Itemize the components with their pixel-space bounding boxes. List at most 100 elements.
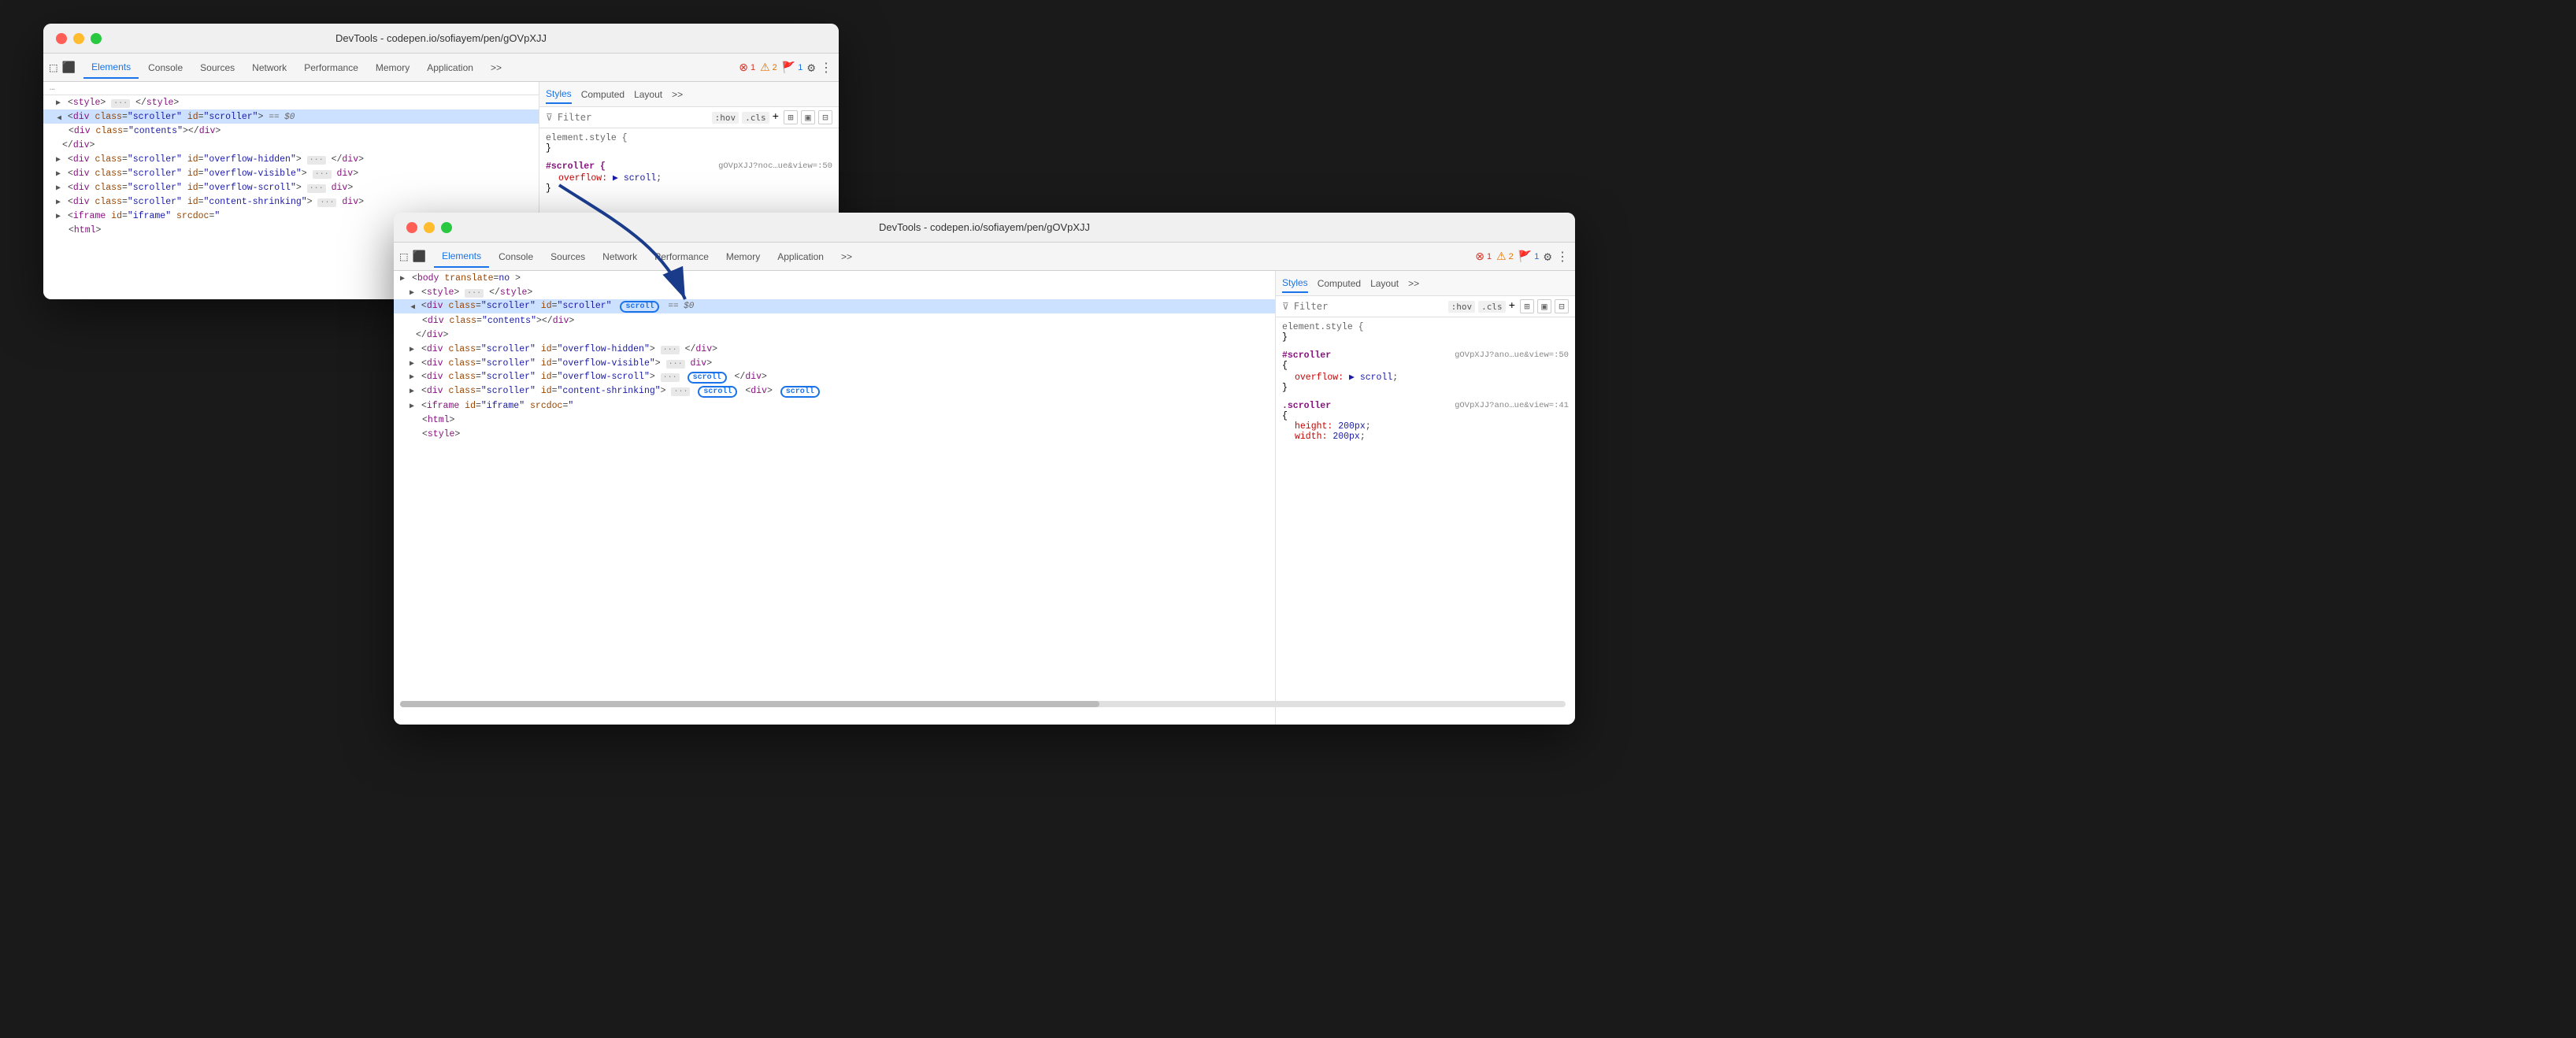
top-rule1-value: ▶ scroll <box>613 173 656 184</box>
tab-performance-top[interactable]: Performance <box>296 57 366 78</box>
bottom-close-button[interactable] <box>406 222 417 233</box>
top-layout-icon[interactable]: ⊟ <box>818 110 832 124</box>
bottom-elements-line-10[interactable]: <html> <box>394 413 1275 427</box>
top-elements-line-5[interactable]: ▶ <div class="scroller" id="overflow-vis… <box>43 166 539 180</box>
bottom-rule2-body: height: 200px; width: 200px; <box>1282 421 1569 442</box>
bottom-cursor-icon[interactable]: ⬚ <box>400 249 408 264</box>
bottom-rule2-prop2: width: <box>1295 432 1327 442</box>
bottom-rule2-header: .scroller gOVpXJJ?ano…ue&view=:41 <box>1282 401 1569 411</box>
top-tab-styles[interactable]: Styles <box>546 85 572 104</box>
bottom-inspect-icon[interactable]: ⬛ <box>413 250 426 263</box>
bottom-minimize-button[interactable] <box>424 222 435 233</box>
top-element-style-close: } <box>546 143 832 154</box>
bottom-elements-line-3[interactable]: <div class="contents"></div> <box>394 313 1275 328</box>
top-hov-badge[interactable]: :hov <box>712 112 739 124</box>
bottom-elements-line-9[interactable]: ▶ <iframe id="iframe" srcdoc=" <box>394 399 1275 413</box>
bottom-elements-line-11[interactable]: <style> <box>394 427 1275 441</box>
top-close-button[interactable] <box>56 33 67 44</box>
top-elements-line-3[interactable]: </div> <box>43 138 539 152</box>
tab-application-top[interactable]: Application <box>419 57 481 78</box>
bottom-elements-line-1[interactable]: ▶ <style> ··· </style> <box>394 285 1275 299</box>
bottom-tab-computed[interactable]: Computed <box>1318 275 1361 292</box>
bottom-tab-layout[interactable]: Layout <box>1370 275 1399 292</box>
tab-elements-bottom[interactable]: Elements <box>434 246 489 268</box>
top-error-badge: ⊗ 1 <box>739 61 755 74</box>
bottom-settings-icon[interactable]: ⚙ <box>1544 249 1551 264</box>
bottom-elements-line-8[interactable]: ▶ <div class="scroller" id="content-shri… <box>394 384 1275 399</box>
top-tab-icons: ⊗ 1 ⚠ 2 🚩 1 ⚙ ⋮ <box>739 60 832 75</box>
bottom-rule2-val2: 200px <box>1332 432 1360 442</box>
top-tab-computed[interactable]: Computed <box>581 86 625 103</box>
top-elements-line-6[interactable]: ▶ <div class="scroller" id="overflow-scr… <box>43 180 539 195</box>
bottom-tab-more[interactable]: >> <box>1408 275 1419 292</box>
tab-console-top[interactable]: Console <box>140 57 191 78</box>
bottom-elements-line-6[interactable]: ▶ <div class="scroller" id="overflow-vis… <box>394 356 1275 370</box>
bottom-error-badge: ⊗ 1 <box>1475 250 1492 263</box>
top-elements-line-0[interactable]: ▶ <style> ··· </style> <box>43 95 539 109</box>
bottom-scroll-badge-1: scroll <box>620 301 659 313</box>
tab-more-bottom[interactable]: >> <box>833 247 860 267</box>
tab-network-bottom[interactable]: Network <box>595 247 645 267</box>
bottom-devtools-tabs: ⬚ ⬛ Elements Console Sources Network Per… <box>394 243 1575 271</box>
bottom-filter-input[interactable] <box>1294 301 1444 312</box>
tab-memory-bottom[interactable]: Memory <box>718 247 768 267</box>
top-minimize-button[interactable] <box>73 33 84 44</box>
bottom-rule2-prop1: height: <box>1295 421 1332 432</box>
top-elements-line-4[interactable]: ▶ <div class="scroller" id="overflow-hid… <box>43 152 539 166</box>
bottom-info-badge: 🚩 1 <box>1518 250 1540 263</box>
bottom-element-style-label: element.style { <box>1282 322 1569 332</box>
tab-network-top[interactable]: Network <box>244 57 295 78</box>
tab-memory-top[interactable]: Memory <box>368 57 417 78</box>
top-element-style-rule: element.style { } <box>546 133 832 154</box>
tab-application-bottom[interactable]: Application <box>769 247 832 267</box>
top-color-icon[interactable]: ▣ <box>801 110 815 124</box>
top-inspect-icon[interactable]: ⬛ <box>62 61 76 74</box>
tab-elements-top[interactable]: Elements <box>83 57 139 79</box>
top-more-icon[interactable]: ⋮ <box>820 60 832 75</box>
bottom-scroll-badge-2: scroll <box>688 372 727 384</box>
top-maximize-button[interactable] <box>91 33 102 44</box>
top-settings-icon[interactable]: ⚙ <box>807 60 815 75</box>
bottom-tab-styles[interactable]: Styles <box>1282 274 1308 293</box>
bottom-elements-line-0[interactable]: ▶ <body translate=no > <box>394 271 1275 285</box>
top-filter-input[interactable] <box>558 112 707 123</box>
bottom-styles-inner-tabs: Styles Computed Layout >> <box>1276 271 1575 296</box>
tab-performance-bottom[interactable]: Performance <box>647 247 717 267</box>
top-window-controls <box>56 33 102 44</box>
top-triangle-1: ▼ <box>54 115 63 120</box>
bottom-hov-badge[interactable]: :hov <box>1448 301 1476 313</box>
top-elements-line-2[interactable]: <div class="contents"></div> <box>43 124 539 138</box>
top-cls-badge[interactable]: .cls <box>742 112 769 124</box>
bottom-add-icon[interactable]: + <box>1509 300 1515 313</box>
top-element-style-label: element.style { <box>546 133 832 143</box>
top-tab-layout[interactable]: Layout <box>634 86 662 103</box>
bottom-horizontal-scroll[interactable] <box>400 701 1276 707</box>
bottom-elements-line-7[interactable]: ▶ <div class="scroller" id="overflow-scr… <box>394 370 1275 384</box>
bottom-elements-line-5[interactable]: ▶ <div class="scroller" id="overflow-hid… <box>394 342 1275 356</box>
bottom-scroll-badge-4: scroll <box>780 386 820 398</box>
bottom-devtools-window: DevTools - codepen.io/sofiayem/pen/gOVpX… <box>394 213 1575 725</box>
tab-sources-top[interactable]: Sources <box>192 57 243 78</box>
top-elements-line-1[interactable]: ▼ <div class="scroller" id="scroller"> =… <box>43 109 539 124</box>
bottom-elements-line-4[interactable]: </div> <box>394 328 1275 342</box>
bottom-rule2-val1: 200px <box>1338 421 1366 432</box>
top-tab-more[interactable]: >> <box>672 86 683 103</box>
tab-more-top[interactable]: >> <box>483 57 510 78</box>
top-triangle-4: ▶ <box>56 155 61 165</box>
bottom-more-icon[interactable]: ⋮ <box>1556 249 1569 264</box>
bottom-cls-badge[interactable]: .cls <box>1478 301 1506 313</box>
bottom-new-style-icon[interactable]: ⊞ <box>1520 299 1534 313</box>
bottom-maximize-button[interactable] <box>441 222 452 233</box>
top-cursor-icon[interactable]: ⬚ <box>50 60 57 75</box>
bottom-rule2-selector: .scroller <box>1282 401 1331 411</box>
tab-sources-bottom[interactable]: Sources <box>543 247 593 267</box>
bottom-styles-panel: Styles Computed Layout >> ⊽ :hov .cls + … <box>1276 271 1575 725</box>
top-new-style-icon[interactable]: ⊞ <box>784 110 798 124</box>
bottom-elements-line-2[interactable]: ▼ <div class="scroller" id="scroller" sc… <box>394 299 1275 313</box>
bottom-color-icon[interactable]: ▣ <box>1537 299 1551 313</box>
bottom-layout-icon[interactable]: ⊟ <box>1555 299 1569 313</box>
top-add-icon[interactable]: + <box>773 111 779 124</box>
top-elements-line-7[interactable]: ▶ <div class="scroller" id="content-shri… <box>43 195 539 209</box>
tab-console-bottom[interactable]: Console <box>491 247 541 267</box>
top-scroller-rule: #scroller { gOVpXJJ?noc…ue&view=:50 over… <box>546 161 832 194</box>
